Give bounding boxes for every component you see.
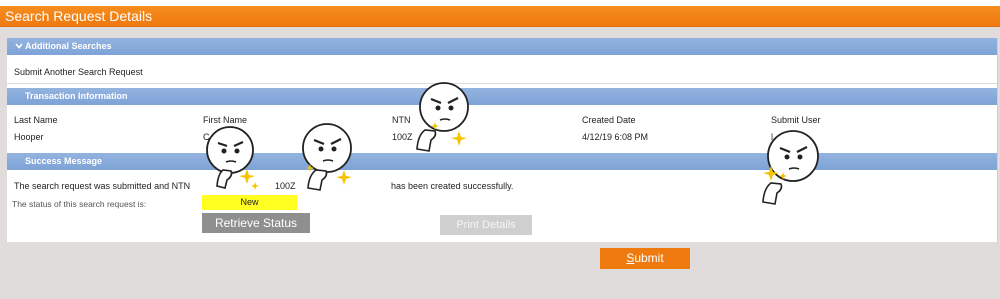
- section-title: Additional Searches: [25, 41, 112, 51]
- value-created-date: 4/12/19 6:08 PM: [582, 132, 649, 142]
- value-ntn: 100Z: [392, 132, 413, 142]
- success-ntn-value: 100Z: [275, 181, 296, 191]
- status-label: The status of this search request is:: [12, 199, 147, 209]
- submit-label-rest: ubmit: [634, 251, 664, 265]
- transaction-information-header: Transaction Information: [7, 88, 997, 105]
- success-message-suffix: has been created successfully.: [391, 181, 514, 191]
- additional-searches-header[interactable]: Additional Searches: [7, 38, 997, 55]
- column-header-submit-user: Submit User: [771, 115, 821, 125]
- success-message-prefix: The search request was submitted and NTN: [14, 181, 191, 191]
- submit-another-search-link[interactable]: Submit Another Search Request: [14, 67, 143, 77]
- title-bar: Search Request Details: [0, 6, 1000, 27]
- divider: [7, 83, 997, 84]
- column-header-last-name: Last Name: [14, 115, 58, 125]
- chevron-down-icon: [15, 38, 23, 55]
- details-panel: Additional Searches Submit Another Searc…: [7, 38, 998, 242]
- thinking-face-sticker: [416, 82, 469, 152]
- value-last-name: Hooper: [14, 132, 44, 142]
- column-header-created-date: Created Date: [582, 115, 636, 125]
- page-title: Search Request Details: [5, 8, 153, 24]
- section-title: Transaction Information: [25, 91, 128, 101]
- status-badge: New: [202, 195, 297, 210]
- column-header-ntn: NTN: [392, 115, 411, 125]
- thinking-face-sticker: [302, 123, 352, 191]
- success-message-header: Success Message: [7, 153, 997, 170]
- thinking-face-sticker: [762, 130, 819, 205]
- retrieve-status-button[interactable]: Retrieve Status: [202, 213, 310, 233]
- submit-button[interactable]: Submit: [600, 248, 690, 269]
- print-details-button[interactable]: Print Details: [440, 215, 532, 235]
- thinking-face-sticker: [206, 126, 259, 190]
- section-title: Success Message: [25, 156, 103, 166]
